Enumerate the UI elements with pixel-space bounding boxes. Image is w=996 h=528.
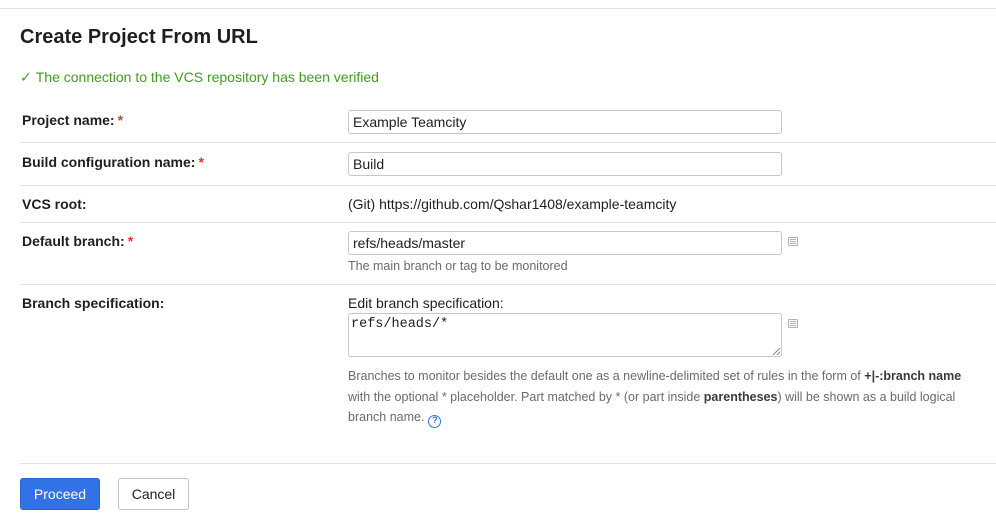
required-marker: * (127, 233, 134, 249)
default-branch-input[interactable] (348, 231, 782, 255)
branch-spec-list-icon[interactable] (788, 319, 798, 328)
vcs-root-value: (Git) https://github.com/Qshar1408/examp… (348, 196, 677, 212)
branch-spec-description: Branches to monitor besides the default … (348, 369, 962, 428)
build-config-name-label: Build configuration name: * (22, 154, 204, 170)
vcs-root-row: VCS root: (Git) https://github.com/Qshar… (20, 186, 996, 223)
footer-divider (20, 463, 996, 464)
required-marker: * (117, 112, 124, 128)
verification-text: The connection to the VCS repository has… (35, 69, 379, 85)
page-title: Create Project From URL (20, 26, 258, 48)
help-icon[interactable]: ? (428, 415, 442, 428)
default-branch-row: Default branch:* The main branch or tag … (20, 223, 996, 285)
vcs-root-label: VCS root: (22, 196, 87, 212)
verification-message: ✓ The connection to the VCS repository ha… (20, 69, 379, 86)
edit-branch-spec-label: Edit branch specification: (348, 295, 504, 311)
default-branch-hint: The main branch or tag to be monitored (348, 259, 568, 273)
cancel-button[interactable]: Cancel (118, 478, 189, 510)
required-marker: * (198, 154, 204, 170)
branch-list-icon[interactable] (788, 237, 798, 246)
textarea-resize-handle[interactable] (773, 348, 780, 355)
build-config-name-row: Build configuration name: * (20, 143, 996, 186)
proceed-button[interactable]: Proceed (20, 478, 100, 510)
branch-spec-textarea[interactable]: refs/heads/* (348, 313, 782, 357)
project-name-label: Project name: * (22, 112, 124, 128)
branch-spec-label: Branch specification: (22, 295, 165, 311)
top-divider (0, 8, 996, 9)
project-name-row: Project name: * (20, 100, 996, 143)
branch-spec-row: Branch specification: Edit branch specif… (20, 285, 996, 455)
check-icon: ✓ (20, 69, 32, 85)
build-config-name-input[interactable] (348, 152, 782, 176)
default-branch-label: Default branch: * (22, 233, 134, 249)
project-name-input[interactable] (348, 110, 782, 134)
